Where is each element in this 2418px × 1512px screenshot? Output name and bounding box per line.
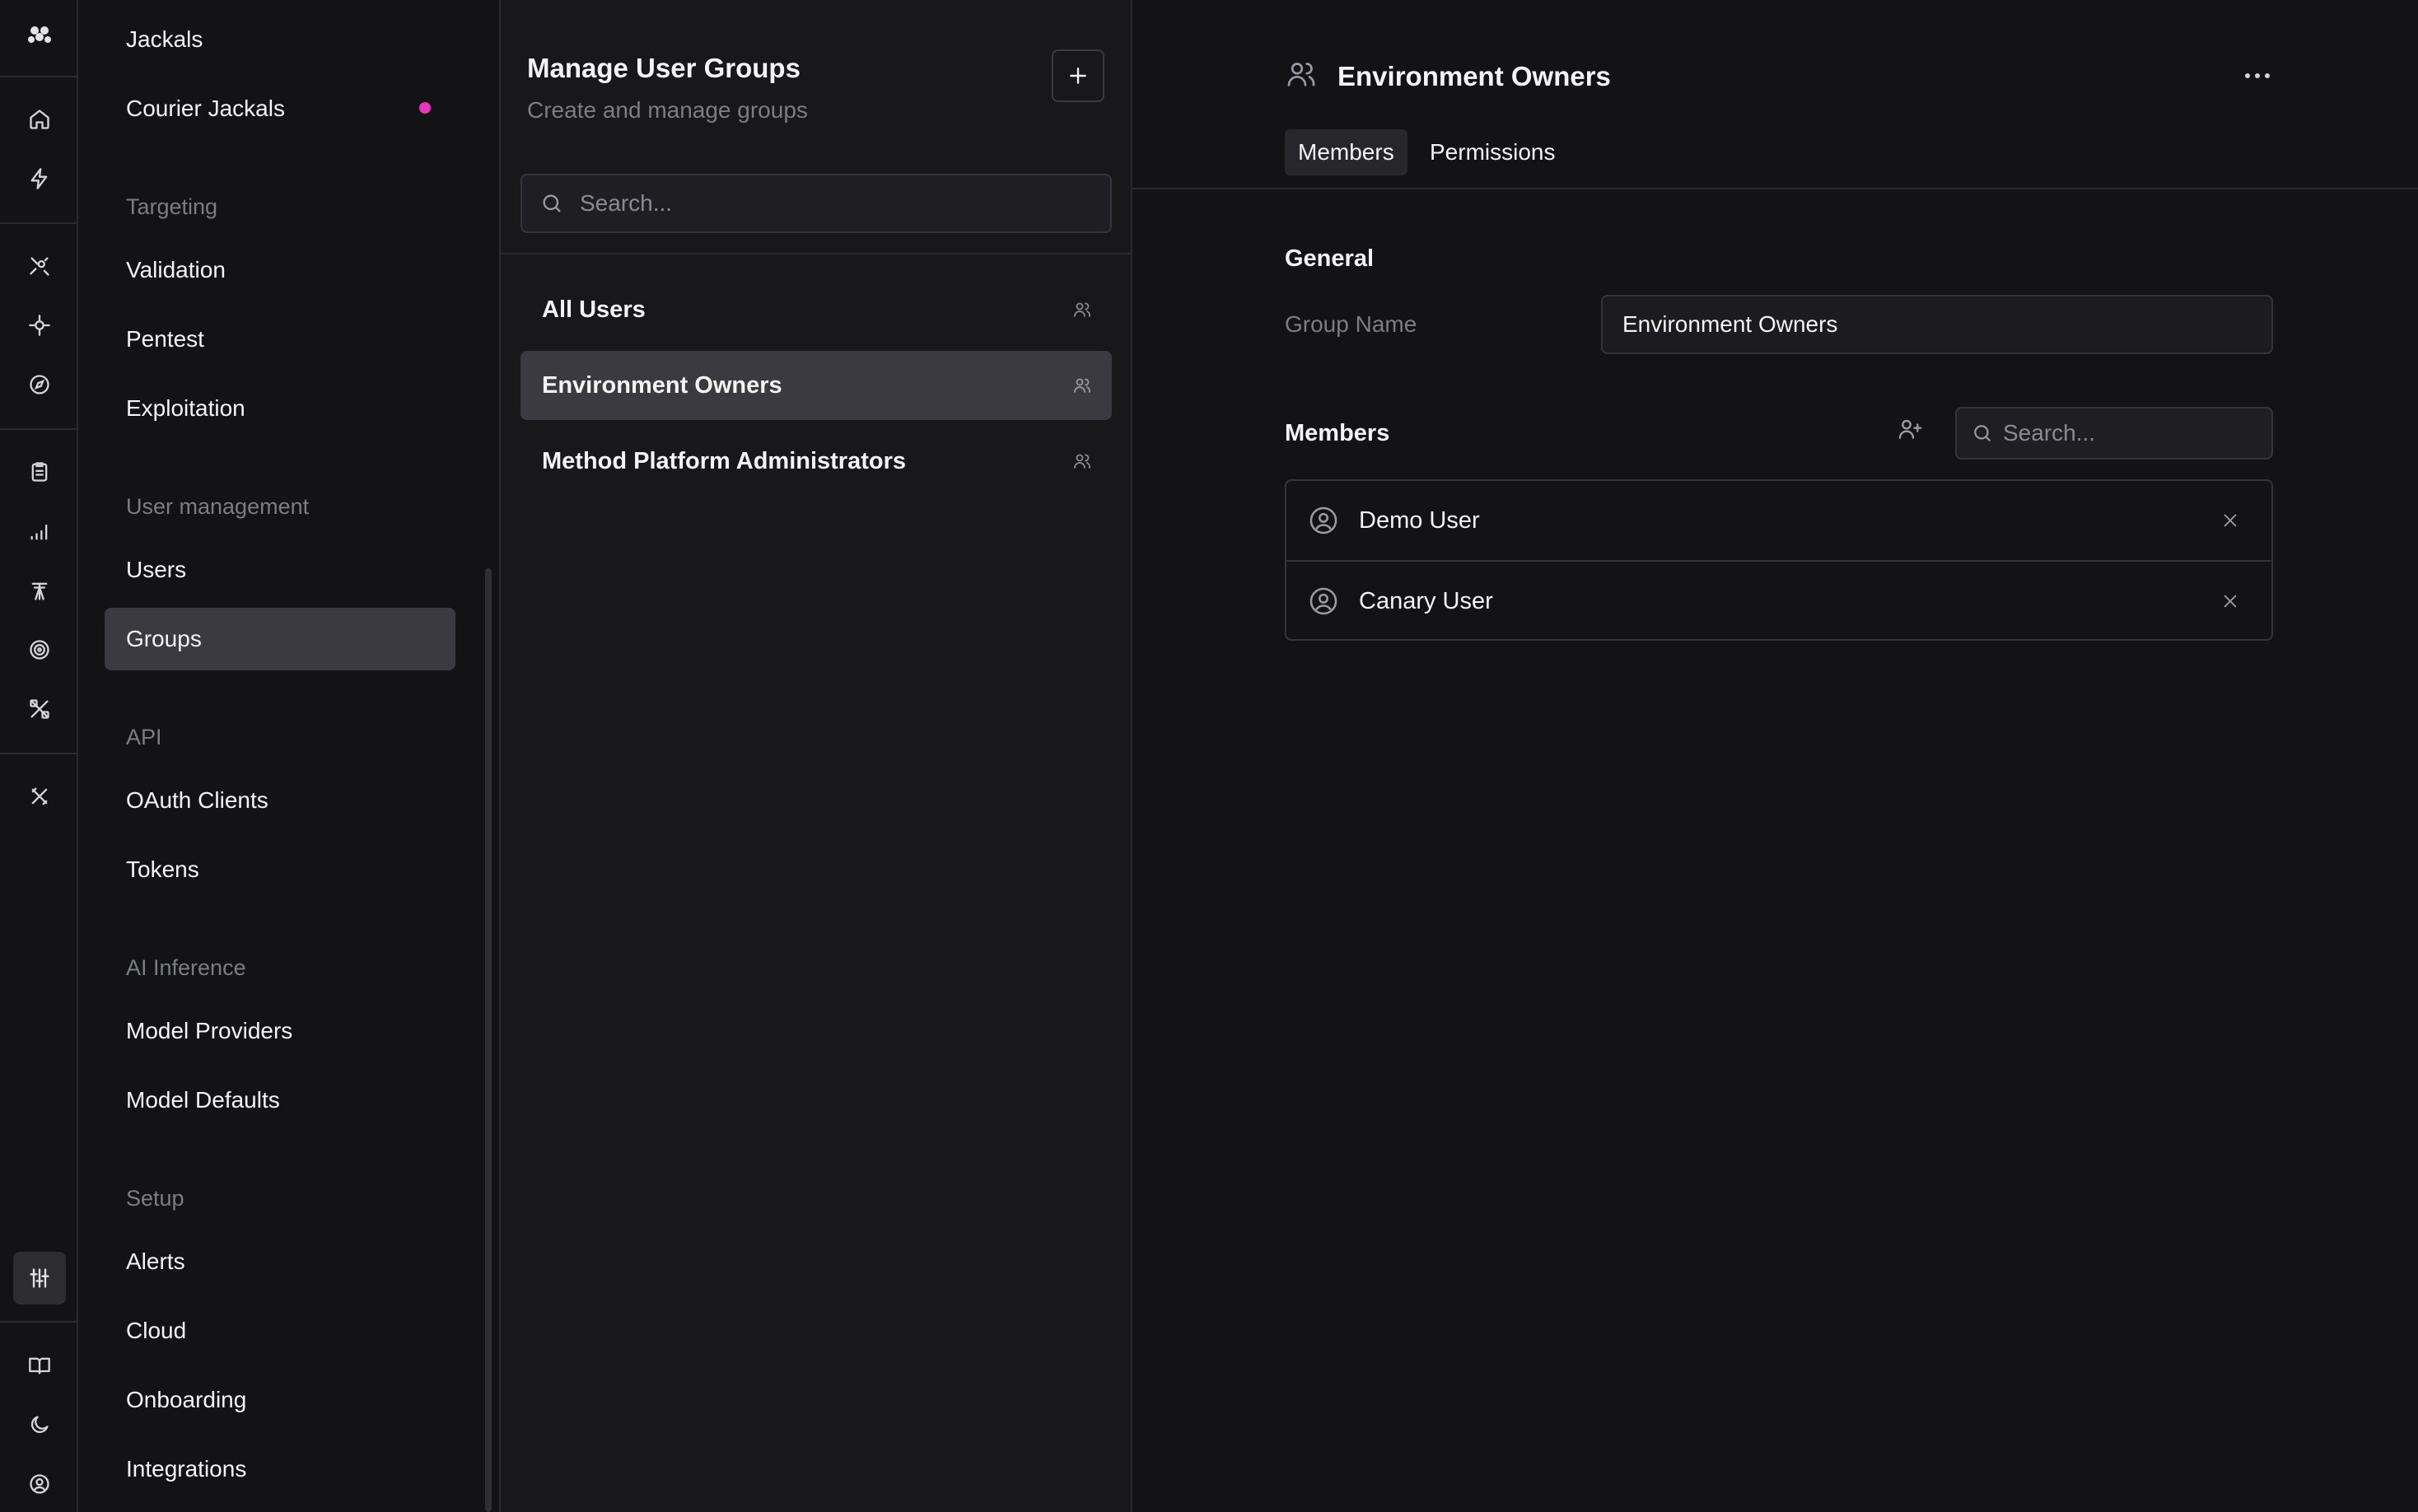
rail-divider (0, 753, 78, 754)
nav-heading-setup: Setup (126, 1186, 184, 1211)
members-search (1955, 407, 2273, 460)
nav-item-oauth-clients[interactable]: OAuth Clients (105, 769, 455, 832)
more-options-button[interactable] (2233, 59, 2282, 92)
ellipsis-icon (2245, 73, 2270, 78)
bolt-icon[interactable] (22, 161, 57, 196)
nav-heading-api: API (126, 725, 162, 749)
tools-icon[interactable] (22, 692, 57, 726)
groups-divider (501, 253, 1132, 254)
plus-icon (1070, 68, 1086, 84)
icon-rail (0, 0, 78, 1512)
remove-member-button[interactable] (2212, 583, 2248, 619)
nav-heading-ai-inference: AI Inference (126, 955, 246, 980)
network-icon[interactable] (22, 308, 57, 343)
search-icon (1974, 425, 1991, 441)
nav-item-model-providers[interactable]: Model Providers (105, 1000, 455, 1062)
rail-divider (0, 1321, 78, 1323)
member-row: Demo User (1286, 481, 2271, 560)
tab-members[interactable]: Members (1285, 129, 1407, 175)
nav-heading-targeting: Targeting (126, 194, 218, 219)
rail-divider (0, 222, 78, 224)
nav-heading-user-management: User management (126, 494, 310, 519)
users-icon (1285, 58, 1318, 91)
group-row-environment-owners[interactable]: Environment Owners (520, 351, 1112, 420)
settings-nav: Jackals Courier Jackals Targeting Valida… (78, 0, 501, 1512)
tabs-divider (1132, 188, 2418, 189)
general-heading: General (1285, 245, 1374, 272)
nav-scrollbar[interactable] (485, 568, 492, 1512)
book-icon[interactable] (22, 1348, 57, 1383)
close-icon (2224, 595, 2237, 608)
member-row: Canary User (1286, 562, 2271, 639)
nav-item-alerts[interactable]: Alerts (105, 1230, 455, 1293)
nav-item-validation[interactable]: Validation (105, 239, 455, 301)
members-heading: Members (1285, 420, 1390, 446)
add-group-button[interactable] (1052, 49, 1104, 102)
users-icon (1074, 454, 1090, 469)
nav-item-cloud[interactable]: Cloud (105, 1300, 455, 1362)
groups-panel: Manage User Groups Create and manage gro… (501, 0, 1132, 1512)
group-name-field (1601, 295, 2273, 354)
group-row-method-platform-administrators[interactable]: Method Platform Administrators (520, 427, 1112, 496)
tower-icon[interactable] (22, 573, 57, 608)
group-detail-panel: Environment Owners Members Permissions G… (1132, 0, 2418, 1512)
user-plus-icon (1898, 419, 1922, 439)
groups-title: Manage User Groups (527, 53, 801, 83)
bug-x-icon[interactable] (22, 779, 57, 814)
nav-item-users[interactable]: Users (105, 539, 455, 601)
notification-dot (419, 102, 431, 114)
nav-item-exploitation[interactable]: Exploitation (105, 377, 455, 440)
search-icon (543, 194, 561, 212)
group-name: All Users (542, 296, 646, 323)
group-name-label: Group Name (1285, 311, 1417, 337)
tab-permissions[interactable]: Permissions (1417, 129, 1568, 175)
groups-search-input[interactable] (580, 190, 1074, 217)
group-title: Environment Owners (1337, 61, 1611, 91)
member-name: Canary User (1359, 587, 1493, 614)
nav-item-groups[interactable]: Groups (105, 608, 455, 670)
members-list: Demo User Canary User (1285, 479, 2273, 641)
users-icon (1074, 378, 1090, 393)
rail-divider (0, 76, 78, 77)
nav-item-jackals[interactable]: Jackals (105, 8, 455, 71)
group-row-all-users[interactable]: All Users (520, 275, 1112, 344)
clipboard-icon[interactable] (22, 455, 57, 489)
group-name: Method Platform Administrators (542, 447, 907, 474)
group-name: Environment Owners (542, 371, 782, 399)
nav-item-courier-jackals[interactable]: Courier Jackals (105, 77, 455, 140)
logo-icon[interactable] (22, 18, 57, 53)
user-circle-icon[interactable] (22, 1467, 57, 1501)
members-search-input[interactable] (2003, 420, 2266, 446)
groups-search (520, 174, 1112, 233)
nav-item-tokens[interactable]: Tokens (105, 838, 455, 901)
add-member-button[interactable] (1897, 416, 1923, 442)
signal-bars-icon[interactable] (22, 514, 57, 548)
settings-sliders-icon[interactable] (22, 1261, 57, 1295)
remove-member-button[interactable] (2212, 502, 2248, 539)
member-name: Demo User (1359, 506, 1480, 534)
close-icon (2224, 514, 2237, 527)
groups-subtitle: Create and manage groups (527, 97, 808, 123)
user-avatar-icon (1309, 506, 1337, 534)
rail-divider (0, 428, 78, 430)
compass-icon[interactable] (22, 367, 57, 402)
nav-item-model-defaults[interactable]: Model Defaults (105, 1069, 455, 1132)
nav-item-pentest[interactable]: Pentest (105, 308, 455, 371)
nav-item-integrations[interactable]: Integrations (105, 1438, 455, 1500)
group-name-input[interactable] (1622, 311, 2248, 338)
target-scan-icon[interactable] (22, 249, 57, 283)
user-avatar-icon (1309, 587, 1337, 615)
moon-icon[interactable] (22, 1407, 57, 1442)
home-icon[interactable] (22, 102, 57, 137)
radar-icon[interactable] (22, 632, 57, 667)
users-icon (1074, 302, 1090, 317)
nav-item-onboarding[interactable]: Onboarding (105, 1369, 455, 1431)
